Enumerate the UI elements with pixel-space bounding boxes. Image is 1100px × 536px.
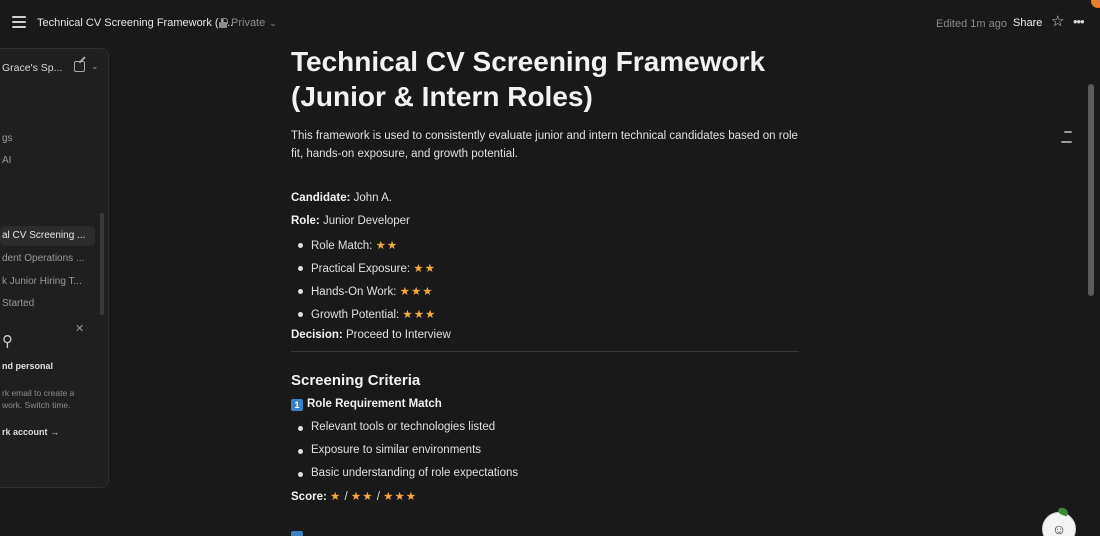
star-rating: ★★ — [375, 240, 399, 252]
star-rating: ★★ — [413, 263, 436, 275]
list-item-text: Relevant tools or technologies listed — [311, 421, 496, 433]
bullet-dot — [298, 449, 303, 454]
bullet-dot — [298, 472, 303, 477]
score-label: Score: — [291, 491, 327, 503]
rating-label: Growth Potential: — [311, 309, 400, 321]
sidebar-item-settings[interactable]: gs — [2, 133, 13, 144]
workspace-name[interactable]: Grace's Sp... — [2, 62, 62, 74]
candidate-value: John A. — [353, 192, 392, 204]
candidate-label: Candidate: — [291, 192, 351, 204]
page-title[interactable]: Technical CV Screening Framework (Junior… — [291, 44, 811, 114]
bullet-dot — [298, 243, 303, 248]
bullet-dot — [298, 289, 303, 294]
privacy-label: Private — [231, 17, 266, 29]
bullet-dot — [298, 426, 303, 431]
decision-line[interactable]: Decision: Proceed to Interview — [291, 329, 451, 341]
next-section-badge — [291, 531, 303, 536]
help-button[interactable]: ☺ — [1042, 512, 1076, 536]
edited-timestamp: Edited 1m ago — [936, 18, 1007, 30]
promo-link[interactable]: rk account → — [2, 427, 59, 437]
sidebar-item-cv-screening[interactable]: al CV Screening ... — [0, 226, 95, 246]
menu-icon[interactable] — [12, 16, 26, 28]
privacy-selector[interactable]: Private ⌄ — [219, 17, 277, 29]
promo-body: rk email to create a work. Switch time. — [2, 388, 75, 410]
assistant-face-icon: ☺ — [1051, 521, 1067, 536]
score-separator: / — [376, 491, 380, 503]
role-value: Junior Developer — [322, 215, 410, 227]
sidebar-scrollbar[interactable] — [100, 213, 104, 315]
role-line[interactable]: Role: Junior Developer — [291, 215, 410, 227]
promo-illustration-icon: ⚲ — [2, 333, 13, 350]
sidebar-item-getting-started[interactable]: Started — [2, 298, 34, 309]
sidebar-item-student-operations[interactable]: dent Operations ... — [2, 253, 84, 264]
sidebar-item-junior-hiring[interactable]: k Junior Hiring T... — [2, 276, 82, 287]
lock-icon — [219, 18, 228, 28]
decision-label: Decision: — [291, 329, 343, 341]
share-button[interactable]: Share — [1013, 17, 1042, 29]
star-rating: ★★★ — [402, 309, 437, 321]
list-item-text: Exposure to similar environments — [311, 444, 482, 456]
breadcrumb-page-title[interactable]: Technical CV Screening Framework (J... — [37, 17, 233, 29]
table-of-contents-icon[interactable] — [1061, 131, 1072, 143]
section-heading[interactable]: Screening Criteria — [291, 372, 420, 389]
list-item-text: Basic understanding of role expectations — [311, 467, 519, 479]
criterion-heading[interactable]: 1 Role Requirement Match — [291, 398, 442, 411]
candidate-line[interactable]: Candidate: John A. — [291, 192, 392, 204]
intro-paragraph[interactable]: This framework is used to consistently e… — [291, 127, 801, 163]
promo-title: nd personal — [2, 361, 54, 371]
role-label: Role: — [291, 215, 320, 227]
score-two-stars: ★★ — [350, 491, 374, 503]
decision-value: Proceed to Interview — [345, 329, 451, 341]
number-one-icon: 1 — [291, 399, 303, 411]
more-icon[interactable]: ••• — [1073, 15, 1085, 28]
rating-label: Role Match: — [311, 240, 373, 252]
close-icon[interactable]: ✕ — [75, 322, 84, 335]
profile-dot[interactable] — [1091, 0, 1100, 8]
top-bar: Technical CV Screening Framework (J... P… — [0, 0, 1100, 48]
star-icon[interactable]: ☆ — [1051, 14, 1064, 29]
rating-label: Practical Exposure: — [311, 263, 411, 275]
score-one-star: ★ — [330, 491, 342, 503]
rating-label: Hands-On Work: — [311, 286, 397, 298]
sidebar: Grace's Sp... ⌄ gs AI al CV Screening ..… — [0, 48, 109, 488]
score-separator: / — [344, 491, 348, 503]
star-rating: ★★★ — [399, 286, 434, 298]
page-scrollbar[interactable] — [1088, 84, 1094, 296]
score-three-stars: ★★★ — [383, 491, 418, 503]
score-line[interactable]: Score: ★ / ★★ / ★★★ — [291, 489, 417, 503]
bullet-dot — [298, 266, 303, 271]
sidebar-item-ai[interactable]: AI — [2, 155, 11, 166]
chevron-down-icon: ⌄ — [269, 17, 277, 28]
bullet-dot — [298, 312, 303, 317]
chevron-down-icon[interactable]: ⌄ — [91, 61, 99, 72]
criterion-title: Role Requirement Match — [307, 398, 442, 410]
new-page-icon[interactable] — [74, 61, 85, 72]
divider — [291, 351, 799, 352]
